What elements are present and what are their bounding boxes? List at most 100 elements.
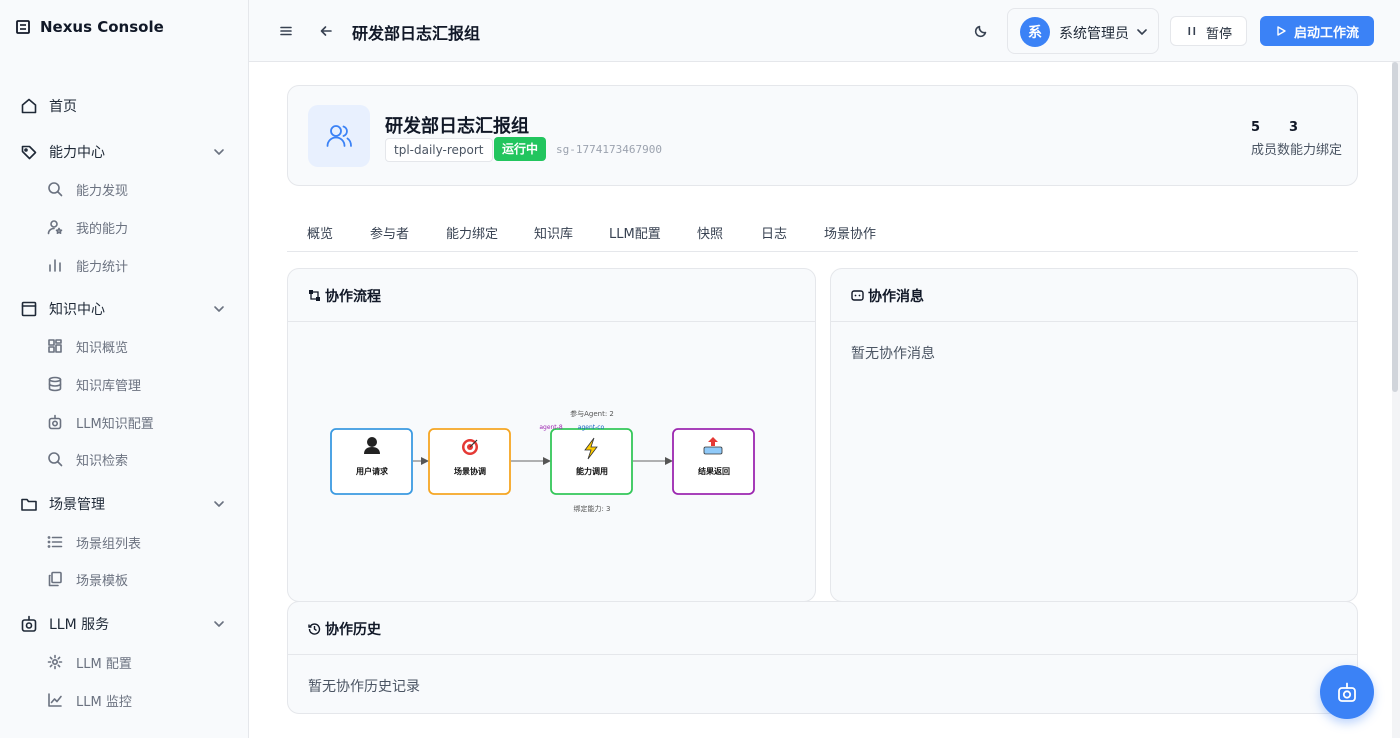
sidebar-item-label: LLM 监控 xyxy=(76,695,132,710)
sidebar-item-llm-monitor[interactable]: LLM 监控 xyxy=(0,685,248,715)
line-chart-icon xyxy=(48,693,62,707)
start-workflow-button[interactable]: 启动工作流 xyxy=(1260,16,1374,46)
sidebar: Nexus Console 首页 能力中心 能力发现 我的能力 能力统计 知识中… xyxy=(0,0,249,738)
robot-icon xyxy=(1338,682,1356,702)
moon-icon xyxy=(974,25,987,38)
sidebar-item-knowledge-search[interactable]: 知识检索 xyxy=(0,444,248,474)
user-star-icon xyxy=(47,220,63,235)
chevron-down-icon xyxy=(214,621,224,627)
tab-logs[interactable]: 日志 xyxy=(761,223,787,242)
detail-tabs: 概览 参与者 能力绑定 知识库 LLM配置 快照 日志 场景协作 xyxy=(287,212,1358,252)
robot-icon xyxy=(48,414,62,430)
flow-node-result-return[interactable]: 结果返回 xyxy=(672,428,755,495)
capability-count: 3 xyxy=(1289,120,1299,135)
sidebar-group-capability-center[interactable]: 能力中心 xyxy=(0,136,248,168)
sidebar-item-scene-group-list[interactable]: 场景组列表 xyxy=(0,527,248,557)
book-icon xyxy=(21,301,37,317)
agent-tag: agent-co xyxy=(578,424,605,431)
tab-capability-binding[interactable]: 能力绑定 xyxy=(446,223,498,242)
top-header: 研发部日志汇报组 系 系统管理员 暂停 启动工作流 xyxy=(249,0,1400,62)
tab-participants[interactable]: 参与者 xyxy=(370,223,409,242)
back-button[interactable] xyxy=(314,19,338,43)
tab-llm-config[interactable]: LLM配置 xyxy=(609,223,661,242)
theme-toggle-button[interactable] xyxy=(969,19,993,43)
assistant-fab-button[interactable] xyxy=(1320,665,1374,719)
sidebar-item-llm-knowledge-config[interactable]: LLM知识配置 xyxy=(0,407,248,437)
start-workflow-label: 启动工作流 xyxy=(1294,26,1360,41)
gear-icon xyxy=(47,654,63,670)
flow-node-user-request[interactable]: 用户请求 xyxy=(330,428,413,495)
chevron-down-icon xyxy=(214,149,224,155)
menu-toggle-button[interactable] xyxy=(274,19,298,43)
status-badge: 运行中 xyxy=(494,137,547,161)
sidebar-item-llm-config[interactable]: LLM 配置 xyxy=(0,647,248,677)
arrow-left-icon xyxy=(320,26,332,36)
sidebar-item-capability-discover[interactable]: 能力发现 xyxy=(0,174,248,204)
sidebar-item-my-capabilities[interactable]: 我的能力 xyxy=(0,212,248,242)
member-count: 5 xyxy=(1251,120,1261,135)
user-name: 系统管理员 xyxy=(1059,26,1129,42)
user-menu[interactable]: 系 系统管理员 xyxy=(1007,8,1159,54)
avatar: 系 xyxy=(1020,17,1050,47)
pause-button-label: 暂停 xyxy=(1206,27,1233,42)
flow-node-scene-coordination[interactable]: 场景协调 xyxy=(428,428,511,495)
main-content: 研发部日志汇报组 tpl-daily-report 运行中 sg-1774173… xyxy=(249,62,1400,738)
empty-state-text: 暂无协作消息 xyxy=(851,346,935,362)
flow-node-label: 能力调用 xyxy=(576,466,608,476)
sidebar-item-scene-templates[interactable]: 场景模板 xyxy=(0,564,248,594)
sidebar-group-label: 知识中心 xyxy=(49,302,105,318)
flow-node-label: 场景协调 xyxy=(454,466,486,476)
tab-knowledge-base[interactable]: 知识库 xyxy=(534,223,573,242)
scene-group-name: 研发部日志汇报组 xyxy=(385,116,529,137)
panel-title: 协作消息 xyxy=(868,289,924,305)
brand[interactable]: Nexus Console xyxy=(16,18,164,36)
flow-node-capability-invocation[interactable]: 能力调用 xyxy=(550,428,633,495)
sidebar-group-label: LLM 服务 xyxy=(49,617,110,633)
message-icon xyxy=(851,290,864,301)
bar-chart-icon xyxy=(49,259,61,272)
menu-icon xyxy=(280,26,292,36)
sidebar-item-label: 首页 xyxy=(49,99,77,115)
tab-snapshots[interactable]: 快照 xyxy=(697,223,723,242)
sidebar-item-knowledge-base-management[interactable]: 知识库管理 xyxy=(0,369,248,399)
binding-label: 绑定能力: 3 xyxy=(573,504,610,513)
scrollbar-thumb[interactable] xyxy=(1392,62,1398,392)
sidebar-item-label: 场景模板 xyxy=(76,574,129,589)
sidebar-item-label: 知识库管理 xyxy=(76,379,142,394)
template-tag: tpl-daily-report xyxy=(385,138,493,162)
database-icon xyxy=(48,376,62,392)
folder-icon xyxy=(21,498,37,511)
tab-scene-collaboration[interactable]: 场景协作 xyxy=(824,223,876,242)
pause-button[interactable]: 暂停 xyxy=(1170,16,1247,46)
collaboration-history-panel: 协作历史 暂无协作历史记录 xyxy=(287,601,1358,714)
play-icon xyxy=(1277,26,1286,36)
sidebar-group-llm-service[interactable]: LLM 服务 xyxy=(0,608,248,640)
search-icon xyxy=(48,452,63,467)
empty-state-text: 暂无协作历史记录 xyxy=(308,679,420,695)
tab-overview[interactable]: 概览 xyxy=(307,223,333,242)
sidebar-group-label: 能力中心 xyxy=(49,145,105,161)
copy-icon xyxy=(48,571,62,587)
pause-icon xyxy=(1188,27,1196,35)
sidebar-item-label: 我的能力 xyxy=(76,222,129,237)
sidebar-item-knowledge-overview[interactable]: 知识概览 xyxy=(0,331,248,361)
panel-header: 协作流程 xyxy=(288,269,815,322)
collaboration-flow-panel: 协作流程 用户请求 场景协调 能力调用 结果返回 参与Agent: 2 agen… xyxy=(287,268,816,602)
sidebar-group-knowledge-center[interactable]: 知识中心 xyxy=(0,293,248,325)
history-icon xyxy=(308,623,321,635)
sidebar-item-label: 场景组列表 xyxy=(76,537,142,552)
chevron-down-icon xyxy=(214,501,224,507)
sidebar-group-scene-management[interactable]: 场景管理 xyxy=(0,488,248,520)
sidebar-item-capability-stats[interactable]: 能力统计 xyxy=(0,250,248,280)
sidebar-item-label: LLM 配置 xyxy=(76,657,132,672)
console-logo-icon xyxy=(16,20,30,34)
chevron-down-icon xyxy=(1137,29,1147,35)
sidebar-item-home[interactable]: 首页 xyxy=(0,90,248,122)
main-scrollbar[interactable] xyxy=(1392,62,1400,738)
sidebar-group-label: 场景管理 xyxy=(49,497,105,513)
sidebar-item-label: 能力统计 xyxy=(76,260,129,275)
sidebar-item-label: 知识概览 xyxy=(76,341,129,356)
users-icon xyxy=(308,105,370,167)
agent-count-label: 参与Agent: 2 xyxy=(570,409,614,418)
agent-tag: agent-8 xyxy=(539,424,562,431)
